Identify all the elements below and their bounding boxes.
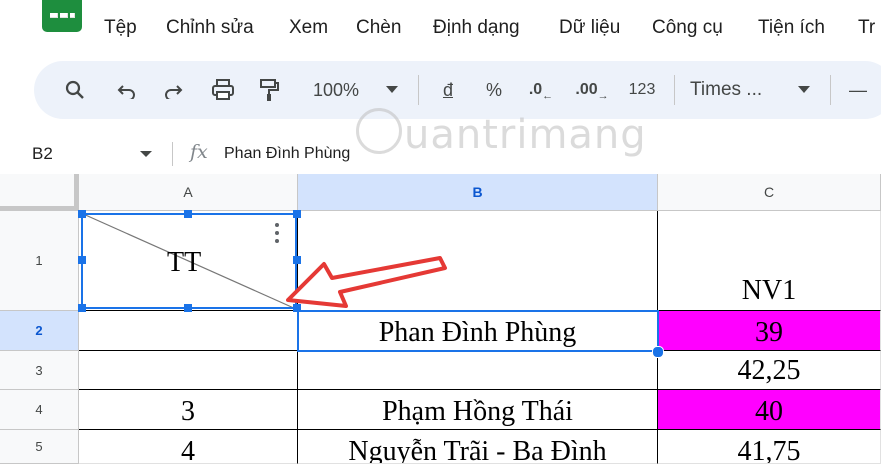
toolbar-divider — [674, 75, 675, 105]
cell-c4[interactable]: 40 — [658, 390, 881, 430]
fill-handle[interactable] — [652, 346, 664, 358]
cell-a1-text: TT — [167, 247, 202, 278]
cell-a4[interactable]: 3 — [79, 390, 298, 430]
cell-c3[interactable]: 42,25 — [658, 351, 881, 390]
menu-tools[interactable]: Công cụ — [652, 17, 723, 39]
decrease-decimal-button[interactable]: .0 ← — [526, 61, 556, 119]
cell-c2[interactable]: 39 — [658, 311, 881, 351]
toolbar-divider — [830, 75, 831, 105]
formula-divider — [172, 142, 173, 166]
resize-handle[interactable] — [184, 304, 192, 312]
spreadsheet-grid: A B C 1 2 3 4 5 TT NV1 Phan Đình Phùng 3… — [0, 174, 881, 464]
number-format-button[interactable]: 123 — [624, 61, 660, 119]
paint-format-icon[interactable] — [254, 61, 284, 119]
fx-icon: fx — [190, 141, 208, 163]
name-box[interactable]: B2 — [32, 144, 53, 164]
cell-b2[interactable]: Phan Đình Phùng — [298, 311, 658, 351]
chevron-down-icon[interactable] — [794, 61, 814, 119]
cell-c5[interactable]: 41,75 — [658, 430, 881, 464]
cell-c1[interactable]: NV1 — [658, 211, 881, 311]
row-header-2[interactable]: 2 — [0, 311, 79, 351]
resize-handle[interactable] — [293, 210, 301, 218]
arrow-left-icon: ← — [542, 90, 554, 102]
cell-b5[interactable]: Nguyễn Trãi - Ba Đình — [298, 430, 658, 464]
menu-view[interactable]: Xem — [289, 17, 328, 39]
undo-icon[interactable] — [112, 61, 142, 119]
column-header-c[interactable]: C — [658, 174, 881, 211]
menu-format[interactable]: Định dạng — [433, 17, 520, 39]
column-header-a[interactable]: A — [79, 174, 298, 211]
menu-data[interactable]: Dữ liệu — [559, 17, 620, 39]
toolbar: 100% đ % .0 ← .00 → 123 Times ... — — [34, 61, 881, 119]
arrow-right-icon: → — [597, 90, 609, 102]
menu-edit[interactable]: Chỉnh sửa — [166, 17, 254, 39]
menu-bar: Tệp Chỉnh sửa Xem Chèn Định dạng Dữ liệu… — [0, 0, 881, 58]
watermark-text: uantrimang — [404, 112, 647, 158]
cell-c1-text: NV1 — [741, 275, 797, 306]
row-header-4[interactable]: 4 — [0, 390, 79, 430]
menu-extensions[interactable]: Tiện ích — [758, 17, 825, 39]
zoom-select[interactable]: 100% — [304, 61, 368, 119]
resize-handle[interactable] — [184, 210, 192, 218]
resize-handle[interactable] — [78, 256, 86, 264]
watermark-logo-icon — [356, 108, 402, 154]
resize-handle[interactable] — [78, 210, 86, 218]
redo-icon[interactable] — [158, 61, 188, 119]
cell-a5[interactable]: 4 — [79, 430, 298, 464]
search-icon[interactable] — [60, 61, 90, 119]
cell-a3[interactable] — [79, 351, 298, 390]
increase-decimal-label: .00 — [575, 81, 598, 98]
cell-b4[interactable]: Phạm Hồng Thái — [298, 390, 658, 430]
menu-file[interactable]: Tệp — [104, 17, 137, 39]
cell-b3[interactable] — [298, 351, 658, 390]
resize-handle[interactable] — [78, 304, 86, 312]
annotation-arrow-icon — [286, 256, 447, 308]
cell-a2[interactable] — [79, 311, 298, 351]
cell-a1[interactable]: TT — [79, 211, 298, 311]
toolbar-divider — [418, 75, 419, 105]
font-family-select[interactable]: Times ... — [690, 61, 782, 119]
menu-help[interactable]: Tr — [858, 17, 875, 39]
row-header-5[interactable]: 5 — [0, 430, 79, 464]
currency-format-button[interactable]: đ — [438, 61, 458, 119]
increase-decimal-button[interactable]: .00 → — [574, 61, 610, 119]
formula-input[interactable]: Phan Đình Phùng — [224, 145, 350, 163]
column-header-b[interactable]: B — [298, 174, 658, 211]
percent-format-button[interactable]: % — [482, 61, 506, 119]
select-all-corner[interactable] — [0, 174, 79, 211]
sheets-logo-icon[interactable] — [42, 0, 82, 32]
print-icon[interactable] — [206, 61, 240, 119]
row-header-1[interactable]: 1 — [0, 211, 79, 311]
decrease-decimal-label: .0 — [528, 81, 543, 98]
font-size-decrease-button[interactable]: — — [846, 61, 870, 119]
menu-insert[interactable]: Chèn — [356, 17, 401, 39]
more-vert-icon[interactable] — [275, 223, 279, 227]
chevron-down-icon[interactable] — [140, 151, 152, 157]
row-header-3[interactable]: 3 — [0, 351, 79, 390]
